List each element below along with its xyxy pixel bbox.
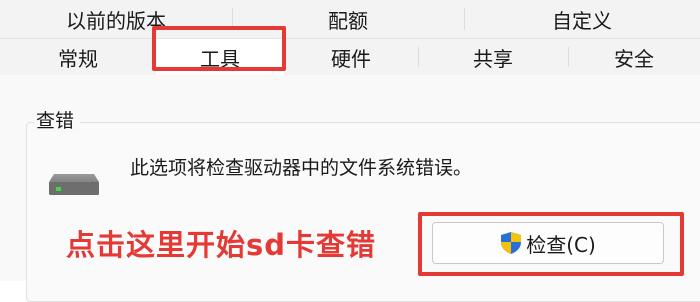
check-button[interactable]: 检查(C) xyxy=(432,222,664,264)
error-check-description: 此选项将检查驱动器中的文件系统错误。 xyxy=(130,157,473,179)
check-button-label: 检查(C) xyxy=(526,232,596,257)
tab-security[interactable]: 安全 xyxy=(568,39,700,75)
hard-drive-icon xyxy=(49,174,99,195)
tab-hardware[interactable]: 硬件 xyxy=(284,39,418,75)
annotation-text: 点击这里开始sd卡查错 xyxy=(66,228,377,262)
tab-sharing[interactable]: 共享 xyxy=(418,39,568,75)
group-title: 查错 xyxy=(34,106,81,133)
tab-row-top: 以前的版本 配额 自定义 xyxy=(0,0,700,38)
tab-customize[interactable]: 自定义 xyxy=(464,0,700,38)
tools-tab-highlight xyxy=(152,26,286,71)
uac-shield-icon xyxy=(501,232,522,254)
tab-general[interactable]: 常规 xyxy=(0,39,156,75)
tab-row-bottom: 常规 工具 硬件 共享 安全 xyxy=(0,38,700,76)
